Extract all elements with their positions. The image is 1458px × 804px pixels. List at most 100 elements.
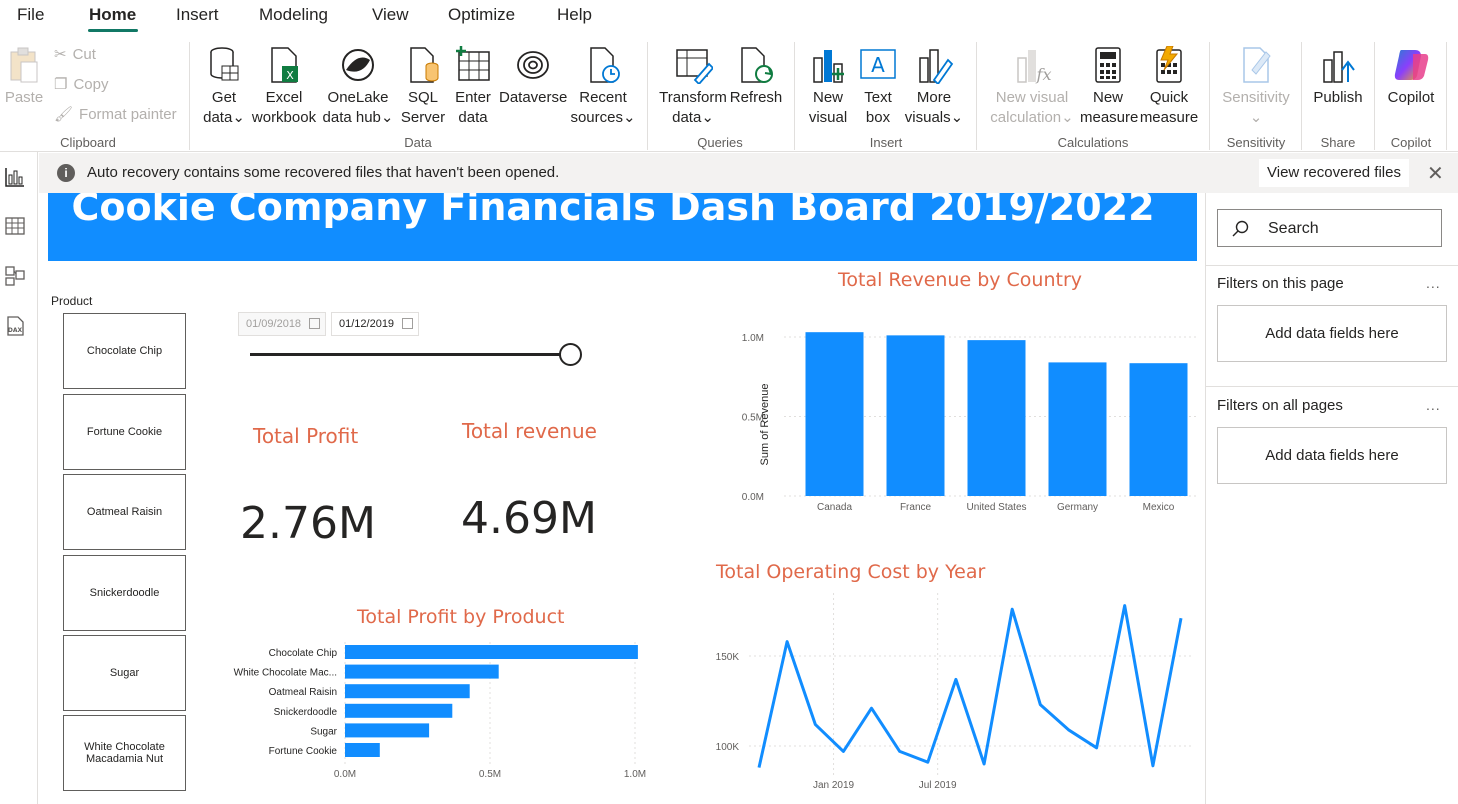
menu-bar: File Home Insert Modeling View Optimize …: [0, 0, 1458, 34]
onelake-data-hub-button[interactable]: OneLake data hub⌄: [322, 46, 394, 128]
group-label-queries: Queries: [697, 135, 743, 150]
slicer-tile[interactable]: Chocolate Chip: [63, 313, 186, 389]
format-painter-button[interactable]: 🖌 Format painter: [54, 105, 177, 124]
y-tick-label: 100K: [716, 742, 740, 753]
bar: [805, 332, 864, 496]
bar: [345, 645, 638, 659]
y-tick-label: Fortune Cookie: [269, 746, 338, 757]
copy-button[interactable]: ❐ Copy: [54, 75, 108, 94]
group-label-share: Share: [1320, 135, 1356, 150]
new-visual-button[interactable]: New visual: [804, 46, 852, 128]
close-icon[interactable]: ✕: [1427, 161, 1444, 186]
bar: [345, 703, 453, 718]
date-start-input[interactable]: 01/09/2018: [238, 312, 326, 336]
x-tick-label: 1.0M: [624, 769, 646, 780]
slicer-tile[interactable]: Snickerdoodle: [63, 555, 186, 631]
y-tick-label: Oatmeal Raisin: [269, 687, 337, 698]
more-options-icon[interactable]: ...: [1426, 275, 1441, 291]
quick-measure-button[interactable]: Quick measure: [1138, 46, 1200, 128]
copilot-button[interactable]: Copilot: [1382, 46, 1440, 108]
sql-server-button[interactable]: SQL Server: [400, 46, 446, 128]
report-view-icon[interactable]: [4, 166, 26, 188]
transform-data-button[interactable]: Transform data⌄: [658, 46, 728, 128]
menu-home[interactable]: Home: [89, 5, 136, 25]
group-label-data: Data: [404, 135, 432, 150]
model-view-icon[interactable]: [4, 265, 26, 287]
y-tick-label: Chocolate Chip: [269, 648, 338, 659]
calculator-icon: [1095, 47, 1121, 83]
y-tick-label: Snickerdoodle: [274, 707, 338, 718]
date-end-input[interactable]: 01/12/2019: [331, 312, 419, 336]
active-tab-indicator: [88, 29, 138, 32]
auto-recovery-notification: i Auto recovery contains some recovered …: [39, 153, 1458, 193]
bar: [345, 684, 470, 699]
slicer-tile[interactable]: Fortune Cookie: [63, 394, 186, 470]
dataverse-button[interactable]: Dataverse: [499, 46, 567, 108]
excel-workbook-button[interactable]: X Excel workbook: [250, 46, 318, 128]
menu-view[interactable]: View: [372, 5, 409, 25]
card-value: 2.76M: [240, 498, 376, 549]
svg-text:A: A: [871, 53, 885, 77]
group-label-clipboard: Clipboard: [60, 135, 116, 150]
date-slider-handle[interactable]: [559, 343, 582, 366]
visual-calculation-icon: fx: [1017, 50, 1051, 84]
enter-data-button[interactable]: Enter data: [450, 46, 496, 128]
refresh-icon: [741, 47, 773, 83]
filters-on-this-page-header: Filters on this page: [1217, 275, 1344, 292]
page-filter-drop-zone[interactable]: Add data fields here: [1217, 305, 1447, 362]
menu-insert[interactable]: Insert: [176, 5, 219, 25]
new-measure-button[interactable]: New measure: [1080, 46, 1138, 128]
ribbon-separator: [976, 42, 977, 150]
publish-button[interactable]: Publish: [1310, 46, 1366, 108]
group-label-calculations: Calculations: [1057, 135, 1129, 150]
text-box-button[interactable]: A Text box: [856, 46, 900, 128]
date-slider-track[interactable]: [250, 353, 570, 356]
paste-icon: [10, 47, 38, 83]
sensitivity-button[interactable]: Sensitivity ⌄: [1218, 46, 1294, 128]
x-tick-label: Jul 2019: [919, 780, 957, 791]
copy-icon: ❐: [54, 76, 68, 93]
group-label-sensitivity: Sensitivity: [1226, 135, 1286, 150]
view-recovered-files-button[interactable]: View recovered files: [1259, 159, 1409, 187]
bar: [1129, 363, 1188, 496]
slicer-tile[interactable]: White Chocolate Macadamia Nut: [63, 715, 186, 791]
search-placeholder: Search: [1268, 220, 1319, 237]
y-tick-label: 150K: [716, 652, 740, 663]
menu-modeling[interactable]: Modeling: [259, 5, 328, 25]
slicer-tile[interactable]: Oatmeal Raisin: [63, 474, 186, 550]
more-visuals-icon: [919, 49, 954, 84]
ribbon-separator: [1374, 42, 1375, 150]
brush-icon: 🖌: [54, 106, 74, 123]
group-label-copilot: Copilot: [1390, 135, 1432, 150]
search-input[interactable]: Search: [1217, 209, 1442, 247]
menu-optimize[interactable]: Optimize: [448, 5, 515, 25]
view-switcher: DAX: [0, 152, 38, 804]
more-visuals-button[interactable]: More visuals⌄: [904, 46, 964, 128]
table-view-icon[interactable]: [4, 215, 26, 237]
calendar-icon: [309, 318, 320, 329]
excel-icon: X: [271, 47, 298, 83]
dax-query-view-icon[interactable]: DAX: [4, 315, 26, 337]
ribbon-separator: [1446, 42, 1447, 150]
new-visual-icon: [813, 50, 844, 83]
chart-title: Total Operating Cost by Year: [716, 561, 986, 583]
table-plus-icon: [456, 46, 490, 81]
new-visual-calculation-button[interactable]: fx New visual calculation⌄: [986, 46, 1078, 128]
x-tick-label: 0.5M: [479, 769, 501, 780]
filters-on-all-pages-header: Filters on all pages: [1217, 397, 1343, 414]
menu-help[interactable]: Help: [557, 5, 592, 25]
paste-button[interactable]: Paste: [4, 46, 44, 108]
report-canvas: Cookie Company Financials Dash Board 201…: [39, 193, 1205, 804]
slicer-tile[interactable]: Sugar: [63, 635, 186, 711]
more-options-icon[interactable]: ...: [1426, 397, 1441, 413]
recent-sources-button[interactable]: Recent sources⌄: [568, 46, 638, 128]
title-banner: Cookie Company Financials Dash Board 201…: [48, 193, 1197, 261]
bar: [967, 340, 1026, 496]
all-pages-filter-drop-zone[interactable]: Add data fields here: [1217, 427, 1447, 484]
refresh-button[interactable]: Refresh: [728, 46, 784, 108]
x-tick-label: Canada: [817, 502, 852, 513]
menu-file[interactable]: File: [17, 5, 44, 25]
get-data-button[interactable]: Get data⌄: [198, 46, 250, 128]
x-tick-label: 0.0M: [334, 769, 356, 780]
cut-button[interactable]: ✂ Cut: [54, 45, 96, 64]
